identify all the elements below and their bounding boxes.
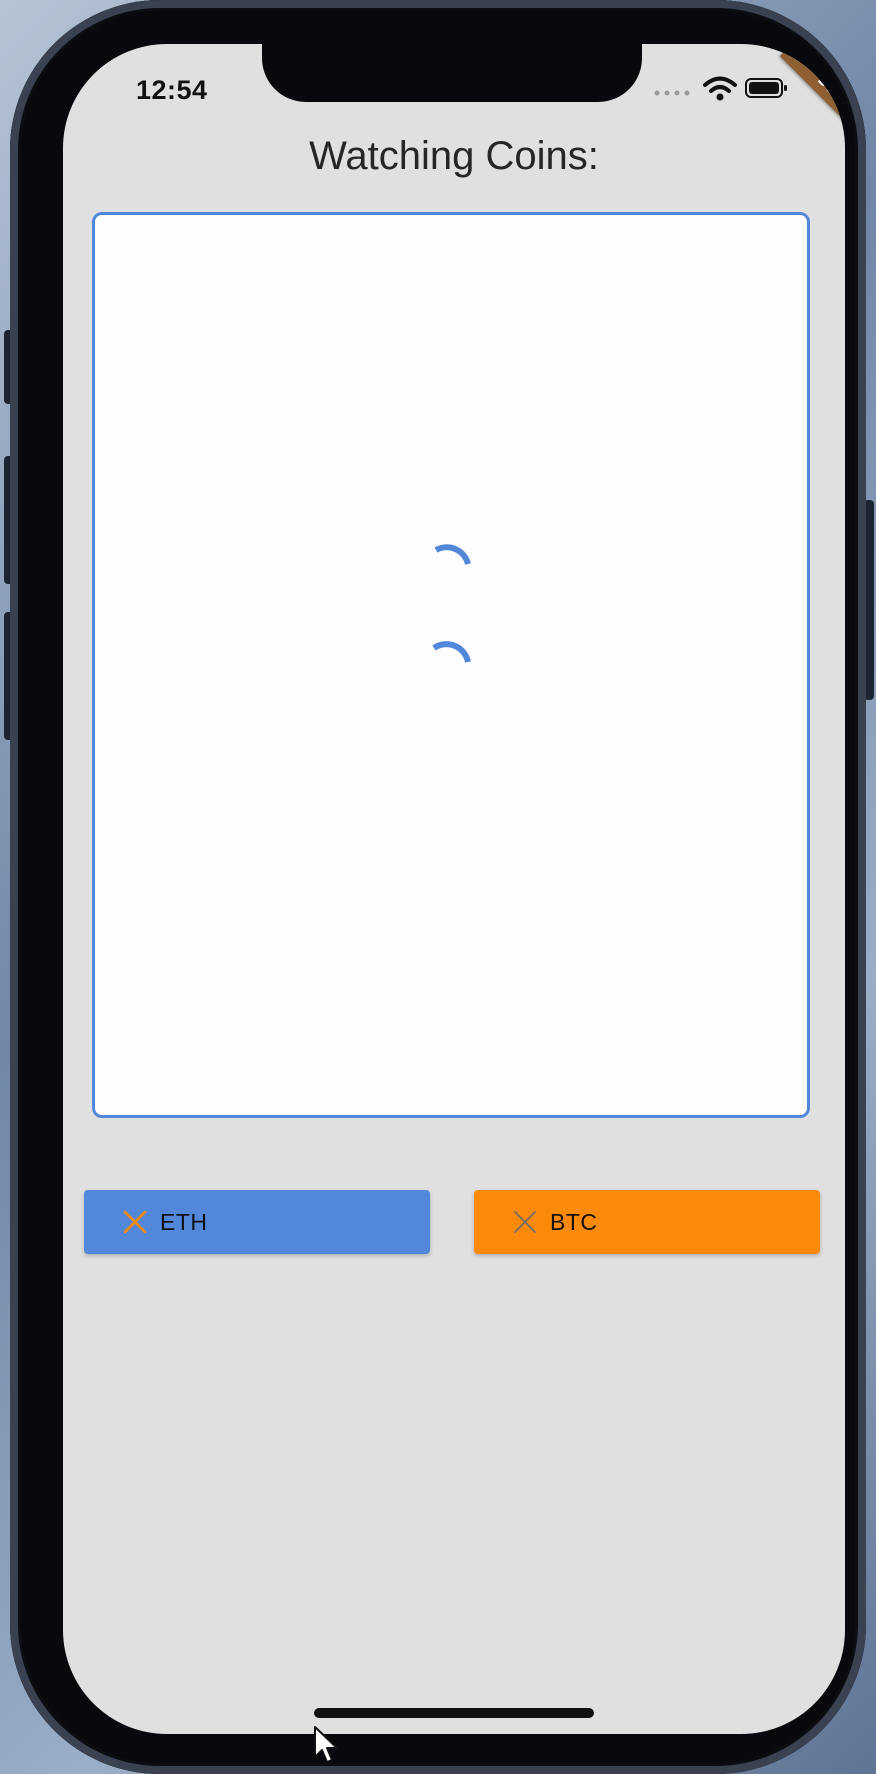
mouse-cursor-icon xyxy=(314,1726,338,1763)
close-icon[interactable] xyxy=(512,1209,538,1235)
cellular-icon xyxy=(654,90,690,96)
battery-icon xyxy=(745,78,787,98)
wifi-icon xyxy=(703,76,737,101)
close-icon[interactable] xyxy=(122,1209,148,1235)
page-title: Watching Coins: xyxy=(309,133,599,178)
phone-frame: 12:54 DEBUG Watching Coins: ETH BTC xyxy=(10,0,866,1774)
home-indicator[interactable] xyxy=(314,1708,594,1718)
app-screen: 12:54 DEBUG Watching Coins: ETH BTC xyxy=(63,44,845,1734)
loading-spinner-icon xyxy=(434,544,471,565)
camera-notch xyxy=(262,44,642,102)
status-bar-time: 12:54 xyxy=(136,74,208,105)
btc-coin-label: BTC xyxy=(550,1208,598,1235)
eth-coin-button[interactable]: ETH xyxy=(84,1190,430,1254)
eth-coin-label: ETH xyxy=(160,1208,208,1235)
btc-coin-button[interactable]: BTC xyxy=(474,1190,820,1254)
loading-spinner-icon xyxy=(432,641,471,663)
watched-coins-panel xyxy=(92,212,810,1118)
